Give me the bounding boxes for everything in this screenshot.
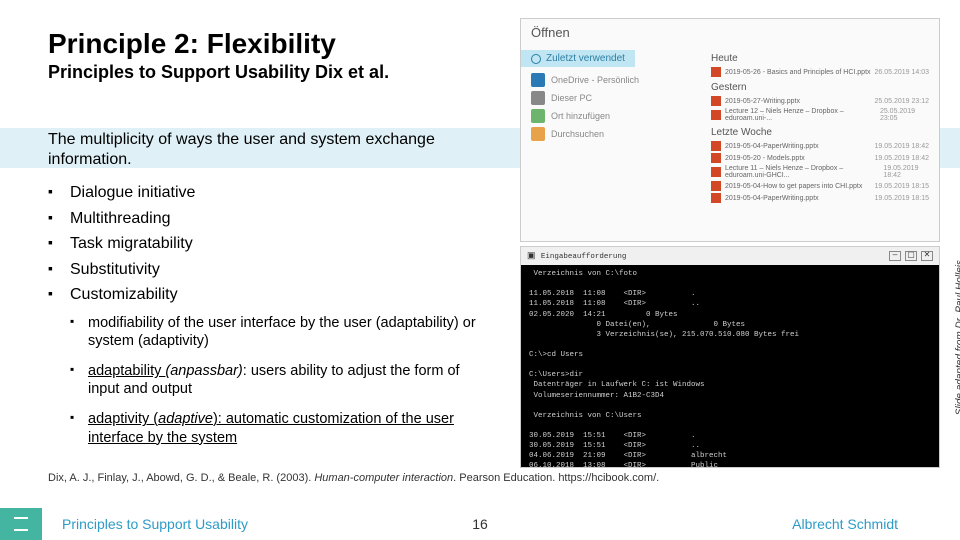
citation-authors: Dix, A. J., Finlay, J., Abowd, G. D., & … <box>48 472 314 484</box>
pptx-icon <box>711 110 721 120</box>
bullet-list: Dialogue initiative Multithreading Task … <box>48 180 478 308</box>
pptx-icon <box>711 193 721 203</box>
pptx-icon <box>711 167 721 177</box>
footer-accent-icon <box>0 508 42 540</box>
nav-label: Ort hinzufügen <box>551 111 610 121</box>
section-yesterday: Gestern <box>711 82 929 93</box>
citation-pub: . Pearson Education. https://hcibook.com… <box>453 472 659 484</box>
add-icon <box>531 109 545 123</box>
cmd-title: ▣ Eingabeaufforderung <box>527 250 626 262</box>
nav-label: Dieser PC <box>551 93 592 103</box>
side-credit: Slide adapted from Dr. Paul Holleis <box>954 260 960 415</box>
close-icon: ✕ <box>921 251 933 261</box>
footer: Principles to Support Usability 16 Albre… <box>0 508 960 540</box>
sub-paren: (anpassbar) <box>165 363 242 379</box>
bullet-item: Dialogue initiative <box>48 180 478 206</box>
cloud-icon <box>531 73 545 87</box>
bullet-item: Customizability <box>48 282 478 308</box>
content-area: The multiplicity of ways the user and sy… <box>48 130 478 459</box>
pptx-icon <box>711 181 721 191</box>
cmd-titlebar: ▣ Eingabeaufforderung — ▢ ✕ <box>521 247 939 265</box>
pptx-icon <box>711 67 721 77</box>
file-row: Lecture 11 – Niels Henze – Dropbox – edu… <box>711 164 929 180</box>
screenshot-cmd: ▣ Eingabeaufforderung — ▢ ✕ Verzeichnis … <box>520 246 940 468</box>
maximize-icon: ▢ <box>905 251 917 261</box>
recent-pill: Zuletzt verwendet <box>521 50 635 67</box>
file-row: 2019-05-04-How to get papers into CHI.pp… <box>711 180 929 192</box>
nav-label: Durchsuchen <box>551 129 604 139</box>
citation-book: Human-computer interaction <box>314 472 453 484</box>
pc-icon <box>531 91 545 105</box>
citation: Dix, A. J., Finlay, J., Abowd, G. D., & … <box>48 472 928 484</box>
sub-bullet-item: adaptivity (adaptive): automatic customi… <box>48 410 478 446</box>
section-lastweek: Letzte Woche <box>711 127 929 138</box>
slide-number: 16 <box>380 516 580 532</box>
recent-label: Zuletzt verwendet <box>546 53 625 64</box>
sub-term: adaptability <box>88 363 165 379</box>
footer-right: Albrecht Schmidt <box>580 516 960 532</box>
pptx-icon <box>711 153 721 163</box>
file-row: 2019-05-20 - Models.pptx19.05.2019 18:42 <box>711 152 929 164</box>
bullet-item: Multithreading <box>48 206 478 232</box>
dialog-title: Öffnen <box>521 19 939 46</box>
folder-icon <box>531 127 545 141</box>
file-row: 2019-05-26 - Basics and Principles of HC… <box>711 66 929 78</box>
pptx-icon <box>711 96 721 106</box>
cmd-output: Verzeichnis von C:\foto 11.05.2018 11:08… <box>521 265 939 468</box>
file-row: Lecture 12 – Niels Henze – Dropbox – edu… <box>711 107 929 123</box>
bullet-item: Substitutivity <box>48 257 478 283</box>
section-today: Heute <box>711 53 929 64</box>
intro-text: The multiplicity of ways the user and sy… <box>48 130 478 170</box>
sub-term: adaptivity ( <box>88 411 158 427</box>
nav-label: OneDrive - Persönlich <box>551 75 639 85</box>
file-row: 2019-05-04-PaperWriting.pptx19.05.2019 1… <box>711 192 929 204</box>
footer-left: Principles to Support Usability <box>0 516 380 532</box>
sub-bullet-item: modifiability of the user interface by t… <box>48 314 478 350</box>
file-row: 2019-05-04-PaperWriting.pptx19.05.2019 1… <box>711 140 929 152</box>
clock-icon <box>531 54 541 64</box>
sub-bullet-item: adaptability (anpassbar): users ability … <box>48 362 478 398</box>
file-list: Heute 2019-05-26 - Basics and Principles… <box>711 49 929 204</box>
file-row: 2019-05-27-Writing.pptx25.05.2019 23:12 <box>711 95 929 107</box>
bullet-item: Task migratability <box>48 231 478 257</box>
sub-bullet-list: modifiability of the user interface by t… <box>48 314 478 447</box>
minimize-icon: — <box>889 251 901 261</box>
pptx-icon <box>711 141 721 151</box>
window-controls: — ▢ ✕ <box>889 251 933 261</box>
sub-paren: adaptive <box>158 411 213 427</box>
screenshot-open-dialog: Öffnen Zuletzt verwendet OneDrive - Pers… <box>520 18 940 242</box>
